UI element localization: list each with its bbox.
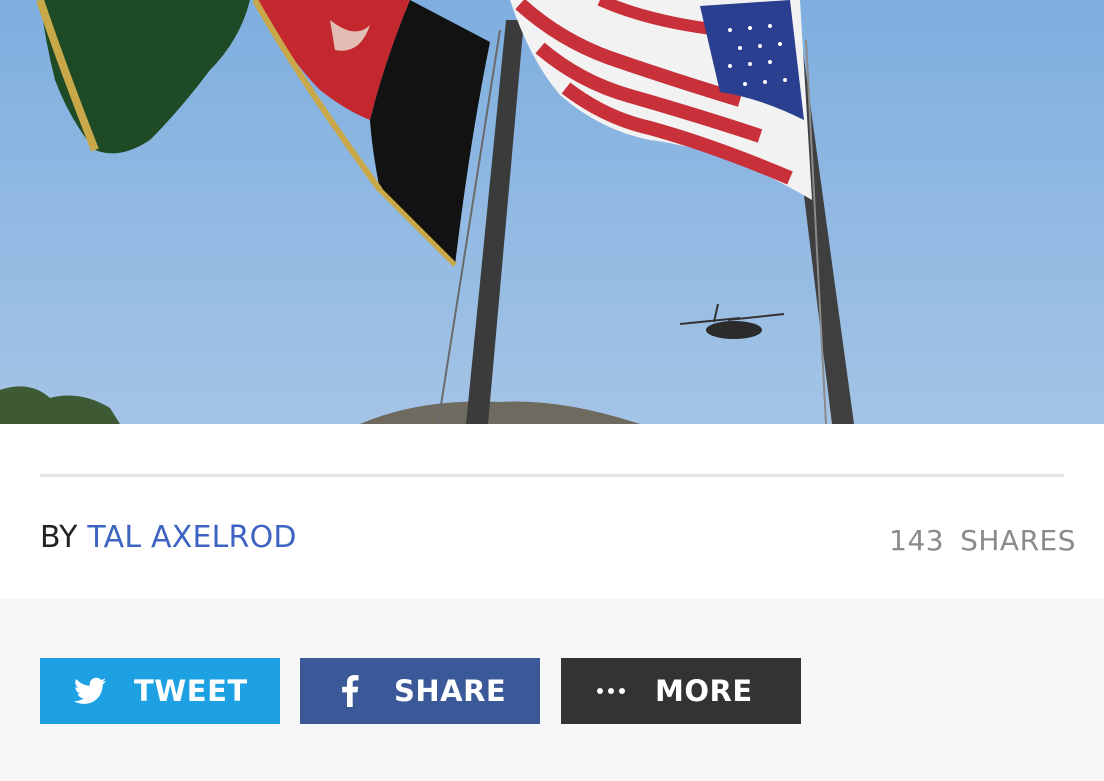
byline: BY TAL AXELROD bbox=[40, 518, 297, 558]
twitter-bird-icon bbox=[72, 673, 108, 709]
ellipsis-icon bbox=[593, 673, 629, 709]
more-label: MORE bbox=[655, 674, 753, 708]
share-count-number: 143 bbox=[889, 524, 945, 557]
share-count-label: SHARES bbox=[960, 524, 1076, 557]
tweet-label: TWEET bbox=[134, 674, 248, 708]
article-meta: BY TAL AXELROD 143 SHARES bbox=[0, 424, 1104, 599]
facebook-f-icon bbox=[332, 673, 368, 709]
share-count: 143 SHARES bbox=[889, 521, 1076, 561]
author-link[interactable]: TAL AXELROD bbox=[87, 520, 296, 555]
byline-prefix: BY bbox=[40, 520, 78, 555]
hero-image bbox=[0, 0, 1104, 424]
facebook-share-button[interactable]: SHARE bbox=[300, 658, 540, 724]
flags-photo bbox=[0, 0, 1104, 424]
share-label: SHARE bbox=[394, 674, 507, 708]
more-button[interactable]: MORE bbox=[561, 658, 801, 724]
tweet-button[interactable]: TWEET bbox=[40, 658, 280, 724]
share-bar: TWEET SHARE MORE bbox=[0, 599, 1104, 781]
divider bbox=[40, 474, 1064, 477]
